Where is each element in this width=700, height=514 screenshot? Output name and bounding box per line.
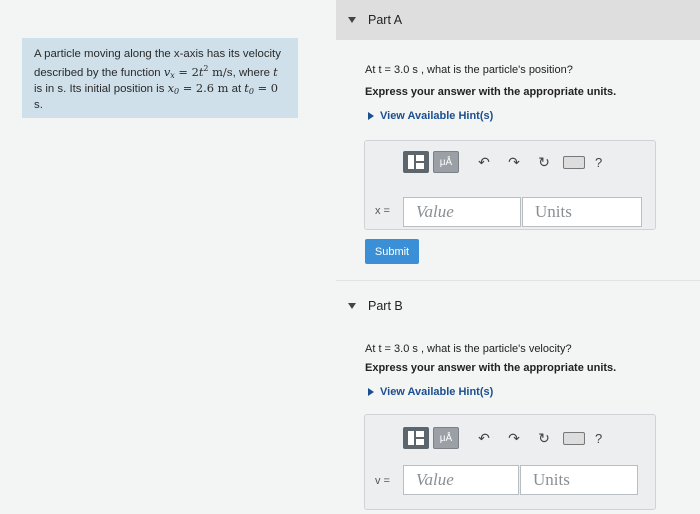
part-b-var-label: v =: [375, 475, 390, 487]
problem-statement: A particle moving along the x-axis has i…: [22, 38, 298, 118]
part-a-submit-button[interactable]: Submit: [365, 239, 419, 264]
part-a-value-input[interactable]: Value: [403, 197, 521, 227]
undo-icon[interactable]: ↶: [473, 427, 495, 449]
part-a-header[interactable]: Part A: [336, 0, 700, 40]
time-symbol-2: t: [273, 64, 278, 79]
part-a-question: At t = 3.0 s , what is the particle's po…: [365, 64, 573, 76]
part-a-title: Part A: [368, 13, 403, 27]
velocity-eq: = 2: [174, 64, 199, 79]
redo-icon[interactable]: ↷: [503, 151, 525, 173]
position-symbol: x0: [167, 81, 180, 97]
t0-value: = 0: [253, 81, 279, 96]
part-b-question: At t = 3.0 s , what is the particle's ve…: [365, 343, 572, 355]
position-value: = 2.6 m: [179, 81, 229, 96]
part-a-toolbar: μÅ ↶ ↷ ↻ ?: [403, 151, 602, 173]
velocity-unit: m/s: [208, 64, 233, 79]
section-divider: [336, 280, 700, 281]
part-a-hint-link[interactable]: View Available Hint(s): [368, 110, 493, 122]
part-b-collapse-icon[interactable]: [348, 303, 356, 309]
problem-text-4: at: [231, 83, 242, 96]
reset-icon[interactable]: ↻: [533, 427, 555, 449]
part-a-units-input[interactable]: Units: [522, 197, 642, 227]
part-a-hint-label: View Available Hint(s): [380, 110, 494, 122]
part-a-collapse-icon[interactable]: [348, 17, 356, 23]
keyboard-icon[interactable]: [563, 431, 585, 445]
velocity-symbol: vx: [163, 64, 175, 80]
template-icon[interactable]: [403, 427, 429, 449]
template-icon[interactable]: [403, 151, 429, 173]
t0-symbol: t0: [244, 81, 254, 97]
part-b-answer-panel: μÅ ↶ ↷ ↻ ? v = Value Units: [364, 414, 656, 510]
units-button[interactable]: μÅ: [433, 427, 459, 449]
part-a-express: Express your answer with the appropriate…: [365, 86, 617, 98]
help-icon[interactable]: ?: [595, 155, 602, 170]
part-b-header[interactable]: Part B: [336, 286, 700, 326]
reset-icon[interactable]: ↻: [533, 151, 555, 173]
part-b-express: Express your answer with the appropriate…: [365, 362, 617, 374]
problem-text-5: s.: [34, 98, 43, 111]
hint-caret-icon: [368, 388, 374, 396]
keyboard-icon[interactable]: [563, 155, 585, 169]
problem-text-3: is in s. Its initial position is: [34, 83, 165, 96]
part-b-units-input[interactable]: Units: [520, 465, 638, 495]
part-b-hint-label: View Available Hint(s): [380, 386, 494, 398]
part-b-value-input[interactable]: Value: [403, 465, 519, 495]
units-button[interactable]: μÅ: [433, 151, 459, 173]
hint-caret-icon: [368, 112, 374, 120]
redo-icon[interactable]: ↷: [503, 427, 525, 449]
undo-icon[interactable]: ↶: [473, 151, 495, 173]
part-a-answer-panel: μÅ ↶ ↷ ↻ ? x = Value Units: [364, 140, 656, 230]
part-a-var-label: x =: [375, 205, 390, 217]
part-b-hint-link[interactable]: View Available Hint(s): [368, 386, 493, 398]
problem-text-2: , where: [232, 66, 270, 79]
part-b-title: Part B: [368, 299, 403, 313]
help-icon[interactable]: ?: [595, 431, 602, 446]
part-b-toolbar: μÅ ↶ ↷ ↻ ?: [403, 427, 602, 449]
